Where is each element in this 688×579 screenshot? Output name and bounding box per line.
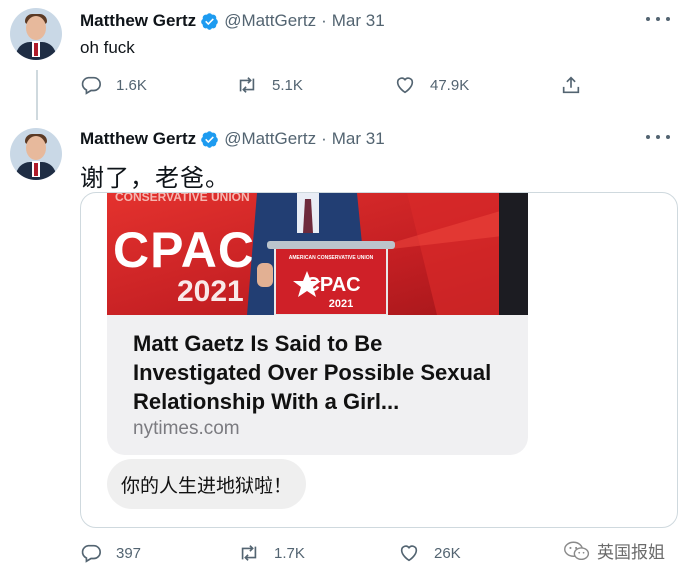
like-count: 26K — [434, 544, 461, 562]
podium-logo: CPAC — [305, 274, 360, 296]
more-options-icon[interactable] — [646, 130, 670, 144]
reply-icon — [81, 544, 101, 563]
author-handle[interactable]: @MattGertz — [224, 129, 316, 149]
tweet-date[interactable]: Mar 31 — [332, 11, 385, 31]
image-sign-top: CONSERVATIVE UNION — [115, 193, 250, 204]
reply-message-bubble: 你的人生进地狱啦！ — [107, 459, 307, 509]
verified-badge-icon — [201, 12, 218, 30]
image-logo: CPAC — [113, 222, 255, 278]
reply-icon — [81, 76, 101, 95]
retweet-icon — [241, 545, 257, 561]
more-options-icon[interactable] — [646, 12, 670, 26]
author-handle[interactable]: @MattGertz — [224, 11, 316, 31]
retweet-button[interactable]: 1.7K — [238, 542, 305, 564]
heart-icon — [400, 545, 418, 562]
heart-icon — [396, 77, 414, 94]
reply-button[interactable]: 1.6K — [80, 74, 147, 96]
wechat-icon — [564, 541, 590, 560]
tweet-header: Matthew Gertz @MattGertz · Mar 31 — [80, 128, 385, 150]
tweet-date[interactable]: Mar 31 — [332, 129, 385, 149]
separator-dot: · — [321, 11, 327, 30]
verified-badge-icon — [201, 130, 218, 148]
retweet-count: 1.7K — [274, 544, 305, 562]
like-button[interactable]: 47.9K — [394, 74, 469, 96]
avatar[interactable] — [10, 8, 62, 60]
image-year: 2021 — [177, 275, 244, 308]
author-name[interactable]: Matthew Gertz — [80, 11, 196, 31]
tweet[interactable]: Matthew Gertz @MattGertz · Mar 31 oh fuc… — [0, 0, 688, 110]
retweet-button[interactable]: 5.1K — [236, 74, 303, 96]
tweet-actions: 397 1.7K 26K — [80, 542, 600, 566]
cpac-stage-image: CONSERVATIVE UNION CPAC 2021 AMERICAN CO… — [107, 193, 528, 315]
author-name[interactable]: Matthew Gertz — [80, 129, 196, 149]
reply-count: 397 — [116, 544, 142, 562]
share-icon — [562, 76, 580, 94]
reply-button[interactable]: 397 — [80, 542, 141, 564]
tweet-text: 谢了，老爸。 — [80, 165, 230, 192]
reply-count: 1.6K — [116, 76, 147, 94]
like-button[interactable]: 26K — [398, 542, 461, 564]
podium-sign-top: AMERICAN CONSERVATIVE UNION — [289, 255, 374, 261]
watermark-text: 英国报姐 — [597, 543, 665, 562]
separator-dot: · — [321, 129, 327, 148]
article-screenshot[interactable]: CONSERVATIVE UNION CPAC 2021 AMERICAN CO… — [107, 193, 528, 455]
retweet-count: 5.1K — [272, 76, 303, 94]
tweet-header: Matthew Gertz @MattGertz · Mar 31 — [80, 10, 385, 32]
tweet[interactable]: Matthew Gertz @MattGertz · Mar 31 谢了，老爸。 — [0, 118, 688, 579]
watermark: 英国报姐 — [563, 538, 665, 563]
article-photo: CONSERVATIVE UNION CPAC 2021 AMERICAN CO… — [107, 193, 528, 315]
tweet-actions: 1.6K 5.1K 47.9K — [80, 74, 600, 98]
tweet-text: oh fuck — [80, 38, 135, 57]
share-button[interactable] — [560, 74, 596, 96]
article-domain: nytimes.com — [133, 418, 240, 439]
article-headline[interactable]: Matt Gaetz Is Said to Be Investigated Ov… — [133, 329, 513, 416]
podium-year: 2021 — [329, 298, 353, 310]
retweet-icon — [239, 77, 255, 93]
like-count: 47.9K — [430, 76, 470, 94]
media-card[interactable]: CONSERVATIVE UNION CPAC 2021 AMERICAN CO… — [80, 192, 678, 528]
avatar[interactable] — [10, 128, 62, 180]
